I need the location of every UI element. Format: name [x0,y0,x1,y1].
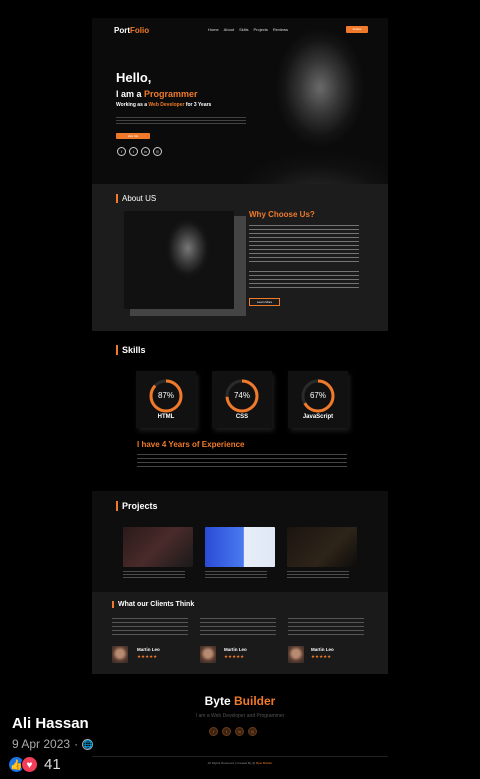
skill-name: JavaScript [302,414,334,420]
reactions-count: 41 [44,756,61,773]
skill-name: HTML [157,414,175,420]
hero-subheading: Working as a Web Developer for 3 Years [116,102,211,108]
learn-more-button[interactable]: Learn More [249,298,280,306]
facebook-icon[interactable]: f [209,727,218,736]
projects-section: Projects [92,491,388,592]
about-paragraph-2 [249,271,359,289]
nav-link-projects[interactable]: Projects [253,27,267,32]
skills-section: Skills 87% HTML 74% CSS 67% JavaScript I… [92,331,388,491]
nav-link-home[interactable]: Home [208,27,219,32]
copyright-prefix: All Rights Reserved | Created By @ [207,761,257,765]
testimonial-text [288,618,364,636]
hero-description [116,117,246,126]
twitter-icon[interactable]: t [129,147,138,156]
brand-builder: Builder [234,694,276,708]
follow-button[interactable]: Follow [346,26,368,33]
hero-greeting: Hello, [116,70,152,85]
avatar [288,646,304,663]
hero-heading-prefix: I am a [116,89,145,99]
footer-divider [92,756,388,757]
project-thumbnail[interactable] [123,527,193,567]
skill-percent: 67% [309,391,326,400]
client-name: Martin Leo [137,647,160,652]
about-section: About US Why Choose Us? Learn More [92,184,388,331]
footer-social-links: f t in ◎ [209,727,257,736]
hero-sub-a: Working as a [116,102,149,108]
hero-social-links: f t in ◎ [117,147,162,156]
nav-link-skills[interactable]: Skills [239,27,248,32]
project-caption [287,571,349,578]
linkedin-icon[interactable]: in [235,727,244,736]
skill-card: 67% JavaScript [288,371,348,428]
hero-role: Programmer [144,89,198,99]
client-name: Martin Leo [311,647,334,652]
logo-text-folio: Folio [130,26,150,35]
skills-title: Skills [116,345,146,355]
project-caption [205,571,267,578]
testimonial-text [112,618,188,636]
about-paragraph-1 [249,225,359,263]
footer-brand: Byte Builder [92,694,388,708]
love-reaction-icon: ♥ [21,756,38,773]
projects-title: Projects [116,501,158,511]
hero-portrait-photo [218,18,388,184]
why-choose-heading: Why Choose Us? [249,210,315,219]
globe-icon: 🌐 [82,738,94,750]
hero-sub-c: for 3 Years [184,102,212,108]
nav-link-reviews[interactable]: Reviews [273,27,288,32]
hero-section: PortFolio Home About Skills Projects Rev… [92,18,388,184]
skill-percent: 74% [233,391,250,400]
instagram-icon[interactable]: ◎ [248,727,257,736]
project-caption [123,571,185,578]
post-meta: 9 Apr 2023 · 🌐 [12,737,94,751]
logo-text-port: Port [114,26,130,35]
client-name: Martin Leo [224,647,247,652]
project-thumbnail[interactable] [205,527,275,567]
hero-sub-b: Web Developer [148,102,185,108]
experience-description [137,454,347,468]
testimonial-text [200,618,276,636]
star-rating: ★★★★★ [224,654,245,659]
about-photo [124,211,234,309]
hero-heading: I am a Programmer [116,89,198,99]
linkedin-icon[interactable]: in [141,147,150,156]
site-logo[interactable]: PortFolio [114,26,149,35]
copyright-brand: Byte Builder [256,761,273,765]
testimonials-section: What our Clients Think Martin Leo ★★★★★ … [92,592,388,674]
star-rating: ★★★★★ [137,654,158,659]
project-thumbnail[interactable] [287,527,357,567]
reactions-summary[interactable]: 👍 ♥ 41 [8,756,61,773]
nav-links: Home About Skills Projects Reviews [208,27,288,32]
hire-me-button[interactable]: Hire Me [116,133,150,139]
skill-name: CSS [235,414,249,420]
twitter-icon[interactable]: t [222,727,231,736]
footer-subtitle: I am a Web Developer and Programmer [195,713,285,719]
experience-heading: I have 4 Years of Experience [137,440,245,449]
nav-link-about[interactable]: About [224,27,234,32]
skill-cards: 87% HTML 74% CSS 67% JavaScript [136,371,348,428]
skill-card: 87% HTML [136,371,196,428]
footer: Byte Builder I am a Web Developer and Pr… [92,674,388,772]
avatar [112,646,128,663]
instagram-icon[interactable]: ◎ [153,147,162,156]
testimonials-title: What our Clients Think [112,601,194,608]
star-rating: ★★★★★ [311,654,332,659]
post-author-name[interactable]: Ali Hassan [12,715,89,732]
facebook-icon[interactable]: f [117,147,126,156]
copyright-text: All Rights Reserved | Created By @ Byte … [92,761,388,765]
post-date[interactable]: 9 Apr 2023 [12,737,70,751]
meta-separator: · [74,737,79,751]
about-title: About US [116,194,156,203]
skill-percent: 87% [157,391,174,400]
skill-card: 74% CSS [212,371,272,428]
brand-byte: Byte [204,694,231,708]
avatar [200,646,216,663]
